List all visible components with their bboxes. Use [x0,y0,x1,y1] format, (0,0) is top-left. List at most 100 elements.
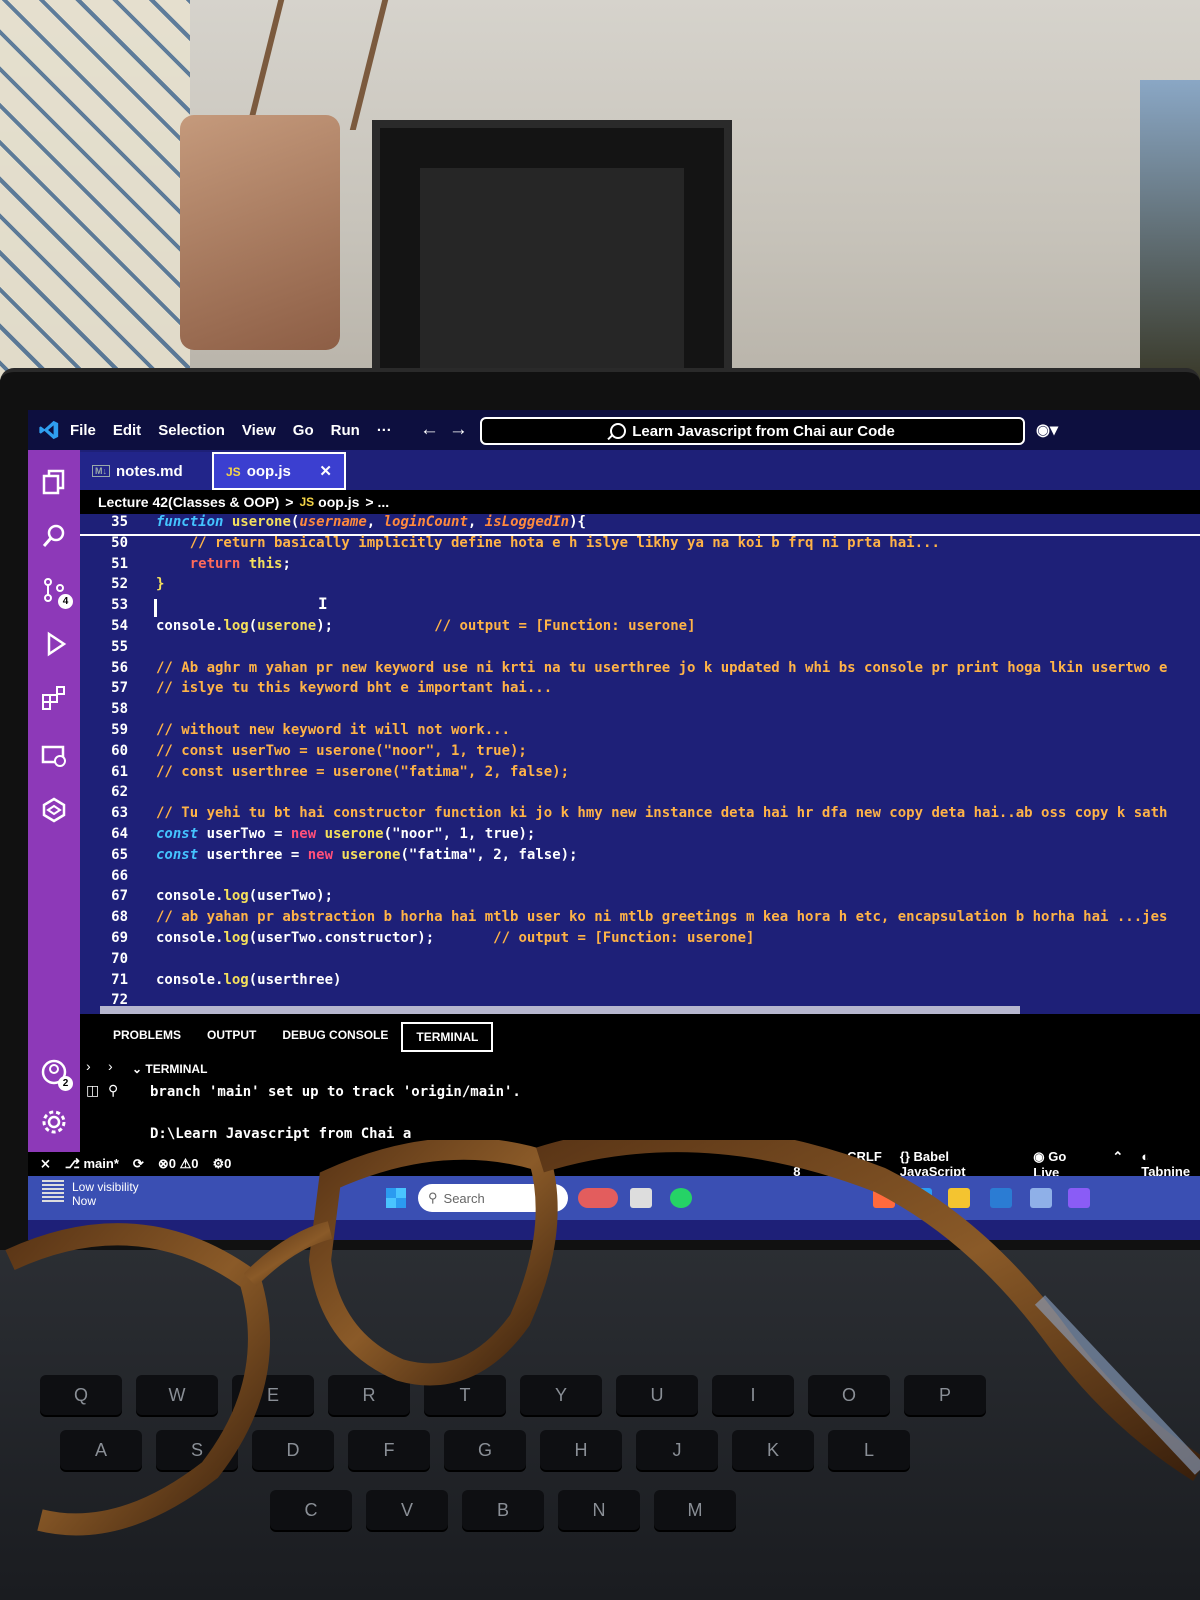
settings-gear-icon[interactable] [38,1106,70,1138]
source-control-icon[interactable]: 4 [38,574,73,609]
menu-go[interactable]: Go [293,422,314,439]
key-h[interactable]: H [540,1430,622,1470]
code-editor[interactable]: I 35 function userone(username, loginCoun… [80,514,1200,1016]
close-icon[interactable]: ✕ [319,462,332,480]
code-line[interactable]: 61 // const userthree = userone("fatima",… [80,764,1200,785]
key-f[interactable]: F [348,1430,430,1470]
code-line[interactable]: 50 // return basically implicitly define… [80,535,1200,556]
key-t[interactable]: T [424,1375,506,1415]
ports-indicator[interactable]: ⚙0 [212,1156,231,1172]
code-line[interactable]: 53 [80,597,1200,618]
key-n[interactable]: N [558,1490,640,1530]
code-line[interactable]: 69 console.log(userTwo.constructor); // o… [80,930,1200,951]
key-c[interactable]: C [270,1490,352,1530]
menu-more[interactable]: ··· [377,422,392,439]
key-k[interactable]: K [732,1430,814,1470]
forward-arrow-icon[interactable]: → [449,419,468,441]
weather-widget[interactable]: Low visibility Now [42,1180,139,1208]
taskbar-search[interactable]: ⚲ Search [418,1184,568,1212]
key-i[interactable]: I [712,1375,794,1415]
code-line[interactable]: 70 [80,951,1200,972]
live-share-icon[interactable] [38,794,70,826]
code-line[interactable]: 68 // ab yahan pr abstraction b horha hai… [80,909,1200,930]
key-v[interactable]: V [366,1490,448,1530]
breadcrumb-more[interactable]: > ... [365,494,389,510]
copilot-icon[interactable]: ◉▾ [1036,420,1058,440]
tab-terminal[interactable]: TERMINAL [401,1022,494,1052]
terminal-section-header[interactable]: ⌄ TERMINAL [132,1062,207,1076]
key-a[interactable]: A [60,1430,142,1470]
photos-icon[interactable] [1030,1188,1052,1208]
menu-view[interactable]: View [242,422,276,439]
breadcrumb-file[interactable]: oop.js [318,494,359,510]
key-e[interactable]: E [232,1375,314,1415]
menu-edit[interactable]: Edit [113,422,141,439]
key-m[interactable]: M [654,1490,736,1530]
key-j[interactable]: J [636,1430,718,1470]
run-debug-icon[interactable] [38,628,70,660]
branch-indicator[interactable]: ⎇ main* [65,1156,119,1172]
key-p[interactable]: P [904,1375,986,1415]
key-o[interactable]: O [808,1375,890,1415]
code-line[interactable]: 57 // islye tu this keyword bht e importa… [80,680,1200,701]
widget-flowers-icon[interactable] [578,1188,618,1208]
terminal-layout-icon[interactable]: ◫ [86,1082,99,1099]
visual-studio-icon[interactable] [1068,1188,1090,1208]
tab-notes-md[interactable]: M↓ notes.md [80,452,212,490]
eol-indicator[interactable]: CRLF [847,1149,882,1180]
tab-debug-console[interactable]: DEBUG CONSOLE [269,1022,401,1052]
tabnine-indicator[interactable]: ◐ Tabnine [1141,1149,1200,1180]
go-live-button[interactable]: ◉ Go Live [1033,1149,1094,1180]
problems-indicator[interactable]: ⊗0 ⚠0 [158,1156,199,1172]
menu-file[interactable]: File [70,422,96,439]
terminal-app-icon[interactable] [910,1188,932,1208]
key-l[interactable]: L [828,1430,910,1470]
breadcrumb-folder[interactable]: Lecture 42(Classes & OOP) [98,494,279,510]
file-explorer-icon[interactable] [948,1188,970,1208]
search-icon[interactable] [38,520,70,552]
plug-icon[interactable]: ⚲ [108,1082,118,1099]
language-mode[interactable]: {} Babel JavaScript [900,1149,1015,1180]
encoding-indicator[interactable]: UTF-8 [793,1149,829,1180]
key-w[interactable]: W [136,1375,218,1415]
word-icon[interactable] [990,1188,1012,1208]
code-line[interactable]: 67 console.log(userTwo); [80,888,1200,909]
notifications-icon[interactable]: ⌃ [1112,1149,1123,1180]
explorer-icon[interactable] [38,466,70,498]
key-s[interactable]: S [156,1430,238,1470]
code-line[interactable]: 52} [80,576,1200,597]
key-y[interactable]: Y [520,1375,602,1415]
code-line[interactable]: 71 console.log(userthree) [80,972,1200,993]
tab-output[interactable]: OUTPUT [194,1022,269,1052]
whatsapp-icon[interactable] [670,1188,692,1208]
code-line[interactable]: 65 const userthree = new userone("fatima"… [80,847,1200,868]
taskview-icon[interactable] [630,1188,652,1208]
code-line[interactable]: 58 [80,701,1200,722]
code-line[interactable]: 66 [80,868,1200,889]
extensions-icon[interactable] [38,682,70,714]
code-line[interactable]: 59 // without new keyword it will not wor… [80,722,1200,743]
key-g[interactable]: G [444,1430,526,1470]
key-r[interactable]: R [328,1375,410,1415]
key-d[interactable]: D [252,1430,334,1470]
tab-problems[interactable]: PROBLEMS [100,1022,194,1052]
key-u[interactable]: U [616,1375,698,1415]
back-arrow-icon[interactable]: ← [420,419,439,441]
code-line[interactable]: 64 const userTwo = new userone("noor", 1,… [80,826,1200,847]
menu-run[interactable]: Run [331,422,360,439]
chevron-right-icon[interactable]: › [86,1058,91,1074]
key-q[interactable]: Q [40,1375,122,1415]
chevron-right-icon[interactable]: › [108,1058,113,1074]
code-line[interactable]: 56 // Ab aghr m yahan pr new keyword use … [80,660,1200,681]
code-line[interactable]: 51 return this; [80,556,1200,577]
tab-oop-js[interactable]: JS oop.js ✕ [212,452,346,490]
windows-start-icon[interactable] [386,1188,406,1208]
code-line[interactable]: 60 // const userTwo = userone("noor", 1, … [80,743,1200,764]
remote-explorer-icon[interactable] [38,740,70,772]
remote-indicator-icon[interactable]: ⨯ [40,1156,51,1172]
indentation-indicator[interactable]: 4 [768,1149,775,1180]
code-line[interactable]: 55 [80,639,1200,660]
store-icon[interactable] [873,1188,895,1208]
code-line[interactable]: 72 [80,992,1200,1013]
menu-selection[interactable]: Selection [158,422,225,439]
